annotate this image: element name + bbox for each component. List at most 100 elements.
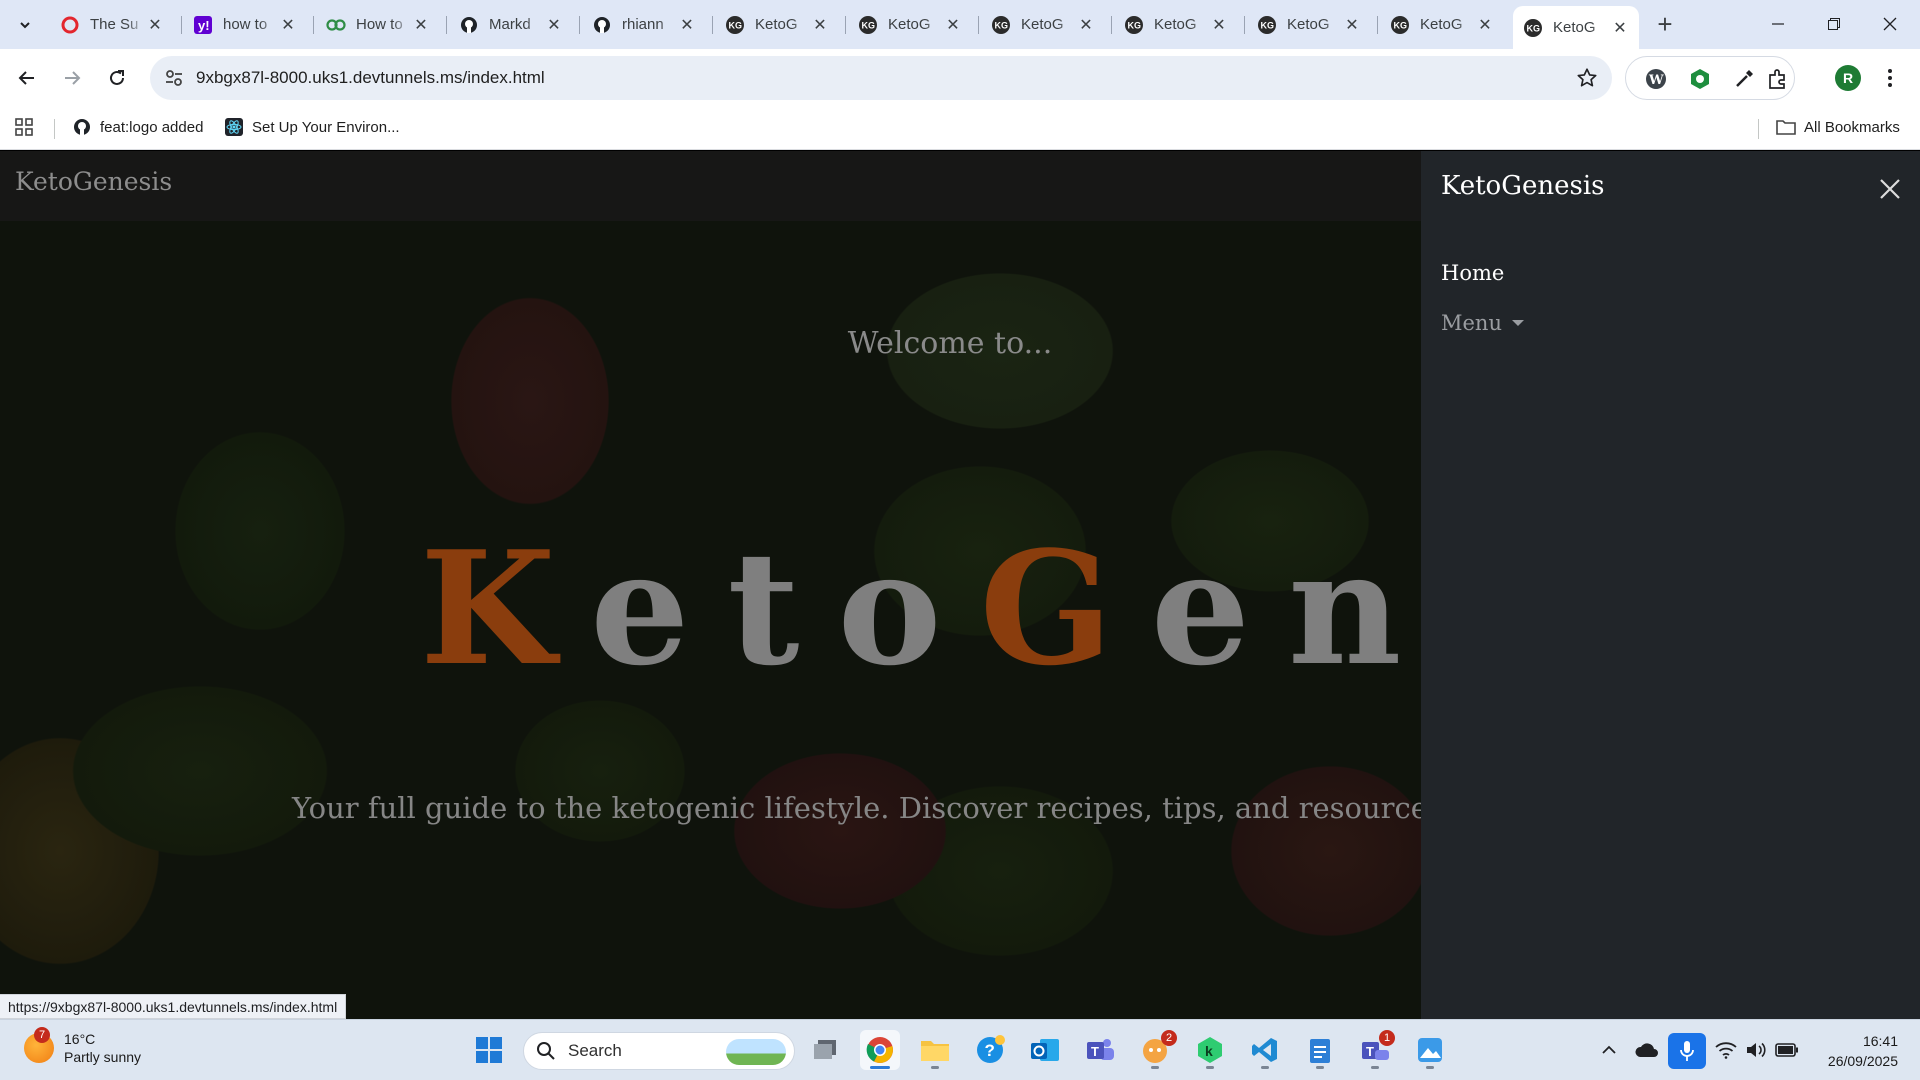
svg-text:T: T [1366,1044,1374,1059]
system-clock[interactable]: 16:41 26/09/2025 [1818,1031,1898,1071]
kg-icon: KG [1523,18,1543,38]
minimize-button[interactable] [1750,0,1806,48]
chrome-icon [866,1037,893,1063]
offcanvas-close-button[interactable] [1876,175,1904,203]
close-icon[interactable]: ✕ [1077,16,1095,34]
weather-widget[interactable]: 7 16°C Partly sunny [24,1027,141,1066]
tab-separator [1244,16,1245,34]
bookmark-feat-logo[interactable]: feat:logo added [72,117,203,137]
arrow-left-icon [18,71,34,85]
folder-icon [921,1041,949,1061]
tab-ketogenesis[interactable]: KG KetoG ✕ [1380,8,1504,41]
tab-geeksforgeeks[interactable]: How to ✕ [316,8,440,41]
close-icon[interactable]: ✕ [1343,16,1361,34]
star-icon[interactable] [1576,67,1598,94]
vscode-button[interactable] [1245,1030,1285,1070]
tab-label: KetoG [1021,16,1064,33]
tab-yahoo[interactable]: y! how to ✕ [183,8,307,41]
teams-work-button[interactable]: T 1 [1355,1030,1395,1070]
close-icon[interactable]: ✕ [944,16,962,34]
back-button[interactable] [10,61,44,95]
close-icon[interactable]: ✕ [1611,19,1629,37]
forward-button[interactable] [55,61,89,95]
k-app-icon: k [1198,1037,1222,1063]
running-indicator [1426,1066,1434,1069]
tab-search-button[interactable] [10,10,40,40]
tab-ketogenesis[interactable]: KG KetoG ✕ [981,8,1105,41]
running-indicator [1206,1066,1214,1069]
kleopatra-button[interactable]: k [1190,1030,1230,1070]
show-hidden-icons-button[interactable] [1597,1038,1621,1062]
file-explorer-button[interactable] [915,1030,955,1070]
nav-dropdown-label: Menu [1441,311,1502,335]
running-indicator [1151,1066,1159,1069]
caret-down-icon [1511,320,1524,326]
notepad-button[interactable] [1300,1030,1340,1070]
close-icon[interactable]: ✕ [811,16,829,34]
wordpress-icon[interactable]: W [1644,67,1668,91]
close-icon[interactable]: ✕ [146,16,164,34]
bookmark-setup-environment[interactable]: Set Up Your Environ... [224,117,400,137]
close-icon[interactable]: ✕ [412,16,430,34]
close-icon[interactable]: ✕ [545,16,563,34]
github-icon [592,15,612,35]
nav-dropdown-menu[interactable]: Menu [1441,311,1524,335]
kg-icon: KG [1124,15,1144,35]
start-button[interactable] [469,1030,509,1070]
kg-icon-text: KG [995,20,1009,30]
navbar-brand[interactable]: KetoGenesis [15,167,172,196]
tab-ketogenesis-active[interactable]: KG KetoG ✕ [1513,6,1639,49]
get-help-button[interactable]: ? [970,1030,1010,1070]
more-menu-icon[interactable] [1880,65,1900,91]
eyedropper-icon[interactable] [1732,67,1756,91]
reload-button[interactable] [100,61,134,95]
close-icon[interactable]: ✕ [678,16,696,34]
running-indicator [931,1066,939,1069]
microphone-button[interactable] [1668,1033,1706,1069]
nav-link-home[interactable]: Home [1441,261,1504,285]
close-icon[interactable]: ✕ [279,16,297,34]
tab-ketogenesis[interactable]: KG KetoG ✕ [715,8,839,41]
tab-opera[interactable]: The Su ✕ [50,8,174,41]
chevron-down-icon [20,22,30,29]
clock-date: 26/09/2025 [1827,1053,1898,1069]
taskbar-search[interactable]: Search [523,1032,795,1070]
volume-icon[interactable] [1744,1038,1768,1062]
github-icon [459,15,479,35]
snipping-tool-button[interactable] [1410,1030,1450,1070]
discord-button[interactable]: 2 [1135,1030,1177,1070]
profile-avatar[interactable]: R [1835,65,1861,91]
site-info-icon[interactable] [164,68,184,93]
page-viewport: KetoGenesis Welcome to... KetoGenesis Yo… [0,151,1920,1019]
tab-label: rhiann [622,16,664,33]
wifi-icon[interactable] [1714,1038,1738,1062]
tab-ketogenesis[interactable]: KG KetoG ✕ [1114,8,1238,41]
chrome-taskbar-button[interactable] [860,1030,900,1070]
onedrive-icon[interactable] [1635,1038,1659,1062]
close-icon[interactable]: ✕ [1476,16,1494,34]
taskview-button[interactable] [805,1030,845,1070]
address-bar[interactable]: 9xbgx87l-8000.uks1.devtunnels.ms/index.h… [150,56,1612,100]
outlook-button[interactable] [1025,1030,1065,1070]
teams-button[interactable]: T [1080,1030,1120,1070]
all-bookmarks-button[interactable]: All Bookmarks [1776,117,1900,137]
battery-icon[interactable] [1775,1038,1799,1062]
arrow-right-icon [65,71,81,85]
close-window-button[interactable] [1862,0,1918,48]
tab-github-rhiann[interactable]: rhiann ✕ [582,8,706,41]
tab-separator [978,16,979,34]
weather-text: 16°C Partly sunny [64,1030,141,1066]
shield-extension-icon[interactable] [1688,67,1712,91]
tab-ketogenesis[interactable]: KG KetoG ✕ [848,8,972,41]
puzzle-extensions-icon[interactable] [1766,67,1790,91]
tab-github-markdown[interactable]: Markd ✕ [449,8,573,41]
restore-button[interactable] [1806,0,1862,48]
new-tab-button[interactable]: + [1651,9,1679,39]
running-indicator [1371,1066,1379,1069]
address-text[interactable]: 9xbgx87l-8000.uks1.devtunnels.ms/index.h… [196,68,545,88]
apps-button[interactable] [14,117,42,137]
close-icon[interactable]: ✕ [1210,16,1228,34]
close-icon [1883,17,1897,31]
tab-ketogenesis[interactable]: KG KetoG ✕ [1247,8,1371,41]
kg-icon: KG [1257,15,1277,35]
